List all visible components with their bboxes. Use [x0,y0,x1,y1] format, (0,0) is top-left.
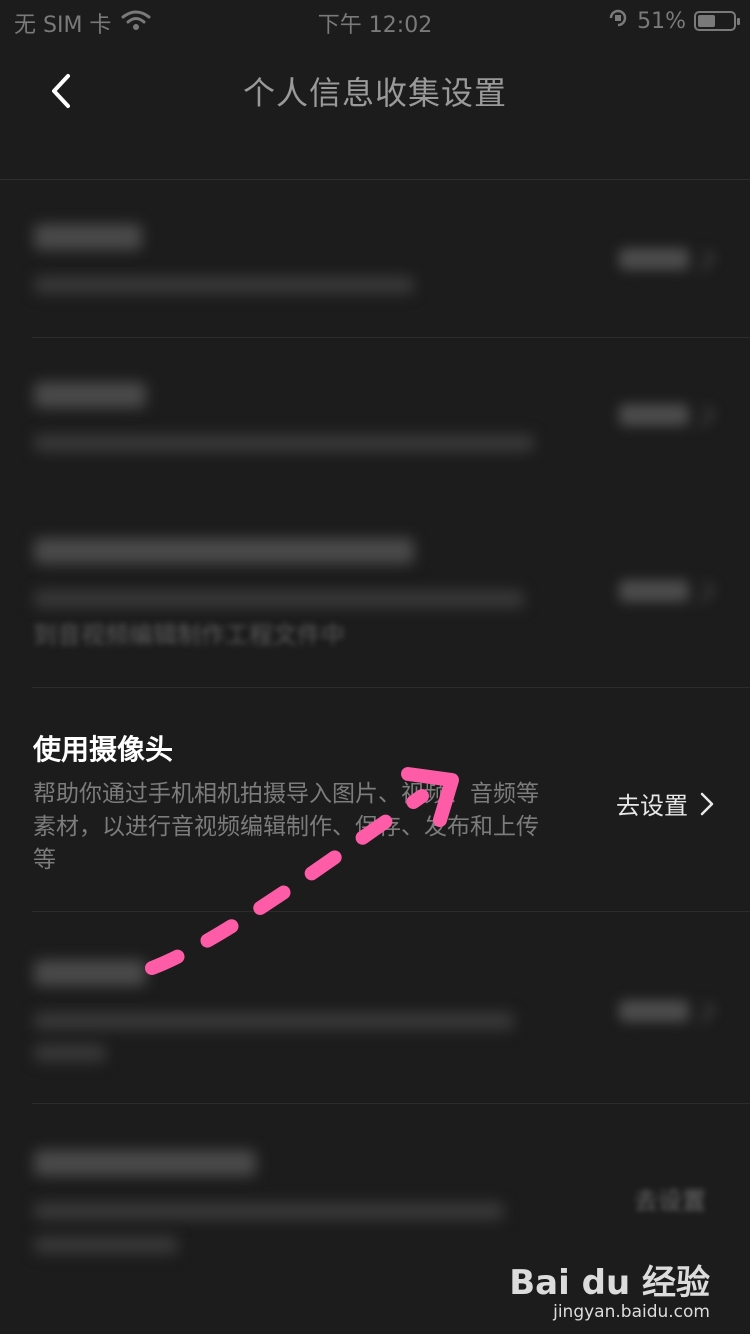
settings-item-blurred-5[interactable] [0,912,750,1104]
settings-item-blurred-3[interactable]: 到音视频编辑制作工程文件中 [0,490,750,688]
watermark-url: jingyan.baidu.com [553,1302,710,1322]
blurred-action[interactable] [619,580,715,606]
blurred-description [34,434,534,452]
blurred-action[interactable] [619,248,715,274]
blurred-title [34,1150,256,1176]
blurred-title [34,224,142,250]
blurred-description [34,276,414,294]
blurred-description [34,1044,106,1062]
blurred-title [34,382,146,408]
battery-level [698,15,715,27]
battery-icon [694,11,740,31]
blurred-description [34,590,524,608]
blurred-description-line: 到音视频编辑制作工程文件中 [33,621,345,649]
settings-item-blurred-2[interactable] [0,338,750,490]
chevron-right-icon [700,792,714,816]
blurred-title [34,538,414,564]
go-settings-label: 去设置 [616,792,688,820]
blurred-action[interactable] [619,1000,715,1026]
settings-item-blurred-1[interactable] [0,180,750,338]
page-title: 个人信息收集设置 [242,74,507,112]
blurred-description [34,1012,514,1030]
blurred-description [34,1202,504,1220]
orientation-lock-icon [607,7,629,35]
blurred-title [34,960,146,986]
nav-bar: 个人信息收集设置 [0,40,750,140]
blurred-action-label[interactable]: 去设置 [634,1184,706,1218]
settings-item-title: 使用摄像头 [33,733,174,766]
battery-percent: 51% [637,8,686,34]
baidu-watermark: Bai du 经验 jingyan.baidu.com [509,1255,710,1322]
status-bar: 无 SIM 卡 下午 12:02 51% [0,0,750,40]
blurred-action[interactable] [619,404,715,430]
settings-item-camera[interactable]: 使用摄像头 帮助你通过手机相机拍摄导入图片、视频、音频等素材，以进行音视频编辑制… [0,688,750,912]
go-settings-button[interactable]: 去设置 [616,786,714,821]
watermark-logo: Bai du 经验 [509,1263,710,1303]
settings-item-description: 帮助你通过手机相机拍摄导入图片、视频、音频等素材，以进行音视频编辑制作、保存、发… [33,781,539,873]
blurred-description [34,1236,178,1254]
